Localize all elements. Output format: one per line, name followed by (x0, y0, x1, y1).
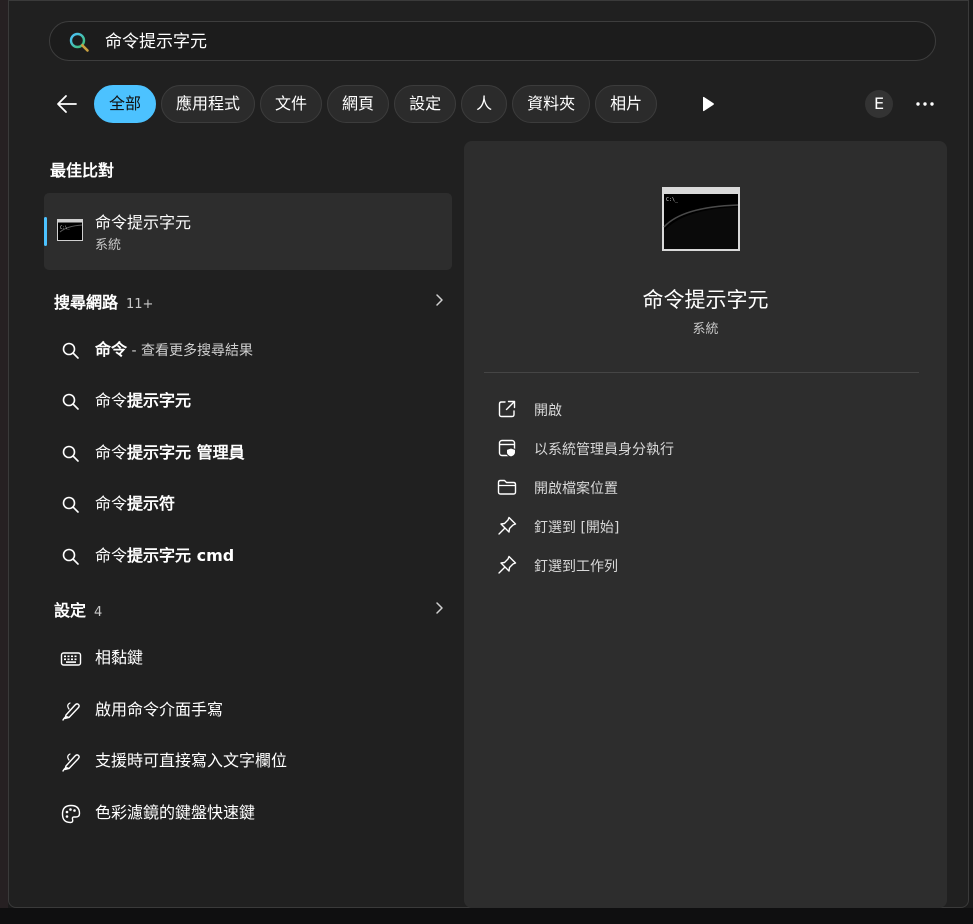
web-search-heading: 搜尋網路 11+ (54, 293, 154, 312)
folder-icon (496, 476, 518, 498)
settings-result-label: 相黏鍵 (95, 648, 144, 667)
search-icon (60, 494, 82, 516)
web-search-count: 11+ (126, 297, 154, 312)
web-suggestion-row[interactable]: 命令提示字元 管理員 (44, 432, 452, 476)
open-external-icon (496, 398, 518, 420)
selection-indicator (44, 217, 47, 246)
preview-title: 命令提示字元 (642, 288, 769, 312)
web-suggestion-label: 命令 - 查看更多搜尋結果 (95, 340, 253, 359)
action-label: 釘選到工作列 (534, 559, 618, 575)
settings-result-label: 啟用命令介面手寫 (95, 700, 224, 719)
filter-settings[interactable]: 設定 (394, 85, 457, 123)
chevron-right-icon (432, 601, 446, 615)
filter-all[interactable]: 全部 (94, 85, 157, 123)
action-label: 釘選到 [開始] (534, 520, 620, 536)
preview-panel: C:\_ 命令提示字元 系統 開啟 以系統管理員身分執行 開啟檔案位置 釘選到 … (464, 141, 947, 908)
settings-result-row[interactable]: 色彩濾鏡的鍵盤快速鍵 (44, 792, 452, 836)
web-suggestion-label: 命令提示字元 管理員 (95, 443, 245, 462)
svg-text:C:\_: C:\_ (666, 197, 679, 203)
action-label: 開啟檔案位置 (534, 481, 618, 497)
pen-icon (60, 700, 82, 722)
settings-count: 4 (94, 605, 103, 620)
web-suggestion-label: 命令提示符 (95, 494, 176, 513)
search-icon (60, 391, 82, 413)
action-pin-to-start[interactable]: 釘選到 [開始] (496, 511, 916, 541)
search-input[interactable]: 命令提示字元 (105, 31, 207, 53)
action-label: 開啟 (534, 403, 562, 419)
svg-text:C:\_: C:\_ (60, 225, 70, 230)
filter-folders[interactable]: 資料夾 (512, 85, 591, 123)
filter-people[interactable]: 人 (461, 85, 508, 123)
settings-result-row[interactable]: 支援時可直接寫入文字欄位 (44, 740, 452, 784)
search-box[interactable]: 命令提示字元 (49, 21, 936, 61)
settings-header[interactable]: 設定 4 (44, 593, 452, 623)
best-match-subtitle: 系統 (95, 238, 122, 253)
web-search-header[interactable]: 搜尋網路 11+ (44, 285, 452, 315)
action-run-as-admin[interactable]: 以系統管理員身分執行 (496, 433, 916, 463)
web-suggestion-row[interactable]: 命令提示字元 cmd (44, 535, 452, 579)
action-label: 以系統管理員身分執行 (534, 442, 674, 458)
ellipsis-icon (916, 102, 934, 106)
best-match-result[interactable]: C:\_ 命令提示字元 系統 (44, 193, 452, 270)
filter-tabs: 全部 應用程式 文件 網頁 設定 人 資料夾 相片 (94, 85, 658, 123)
shield-icon (496, 437, 518, 459)
more-options-button[interactable] (914, 93, 936, 115)
web-suggestion-label: 命令提示字元 (95, 391, 192, 410)
more-filters-button[interactable] (699, 95, 717, 113)
back-button[interactable] (55, 92, 79, 116)
web-suggestion-label: 命令提示字元 cmd (95, 546, 235, 565)
palette-icon (60, 803, 82, 825)
pin-icon (496, 554, 518, 576)
action-pin-to-taskbar[interactable]: 釘選到工作列 (496, 550, 916, 580)
action-open-file-location[interactable]: 開啟檔案位置 (496, 472, 916, 502)
search-icon (60, 443, 82, 465)
settings-result-label: 支援時可直接寫入文字欄位 (95, 751, 288, 770)
search-icon (60, 546, 82, 568)
desktop-left-strip (0, 0, 8, 924)
search-icon (60, 340, 82, 362)
chevron-right-icon (432, 293, 446, 307)
search-icon (68, 31, 90, 53)
play-icon (703, 96, 714, 112)
filter-apps[interactable]: 應用程式 (161, 85, 256, 123)
settings-result-row[interactable]: 啟用命令介面手寫 (44, 689, 452, 733)
taskbar-edge (0, 908, 973, 924)
command-prompt-icon: C:\_ (57, 219, 83, 241)
filter-photos[interactable]: 相片 (595, 85, 658, 123)
web-suggestion-row[interactable]: 命令提示符 (44, 483, 452, 527)
settings-result-row[interactable]: 相黏鍵 (44, 637, 452, 681)
pen-icon (60, 751, 82, 773)
filter-web[interactable]: 網頁 (327, 85, 390, 123)
best-match-heading: 最佳比對 (50, 161, 115, 180)
settings-result-label: 色彩濾鏡的鍵盤快速鍵 (95, 803, 256, 822)
account-avatar[interactable]: E (865, 90, 893, 118)
preview-divider (484, 372, 919, 373)
preview-subtitle: 系統 (692, 322, 719, 337)
best-match-title: 命令提示字元 (95, 213, 192, 232)
web-suggestion-row[interactable]: 命令提示字元 (44, 380, 452, 424)
keyboard-icon (60, 648, 82, 670)
settings-heading: 設定 4 (54, 601, 103, 620)
web-suggestion-row[interactable]: 命令 - 查看更多搜尋結果 (44, 329, 452, 373)
search-window: 命令提示字元 全部 應用程式 文件 網頁 設定 人 資料夾 相片 E 最佳比對 (8, 0, 969, 908)
pin-icon (496, 515, 518, 537)
arrow-left-icon (57, 95, 77, 113)
action-open[interactable]: 開啟 (496, 394, 916, 424)
filter-documents[interactable]: 文件 (260, 85, 323, 123)
command-prompt-icon: C:\_ (662, 187, 740, 251)
